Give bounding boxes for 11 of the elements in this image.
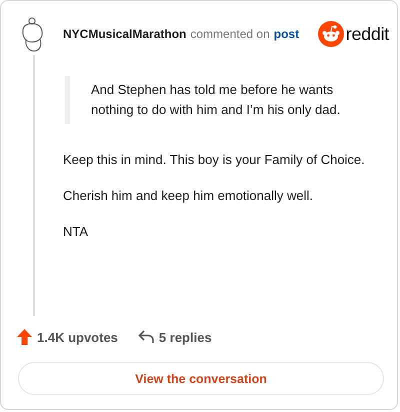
action-text: commented on [190,27,270,41]
username[interactable]: NYCMusicalMarathon [63,27,186,41]
comment-paragraph: Keep this in mind. This boy is your Family of Choice. [63,151,366,169]
reply-count: 5 replies [158,330,212,344]
comment-paragraph: NTA [63,223,90,241]
view-conversation-button[interactable]: View the conversation [18,362,384,395]
upvote-count: 1.4K upvotes [37,330,118,344]
quoted-text: And Stephen has told me before he wants nothing to do with him and I’m his only dad. [65,76,361,124]
brand-name: reddit [346,24,389,44]
comment-paragraph: Cherish him and keep him emotionally well. [63,187,314,205]
post-link[interactable]: post [274,27,300,41]
